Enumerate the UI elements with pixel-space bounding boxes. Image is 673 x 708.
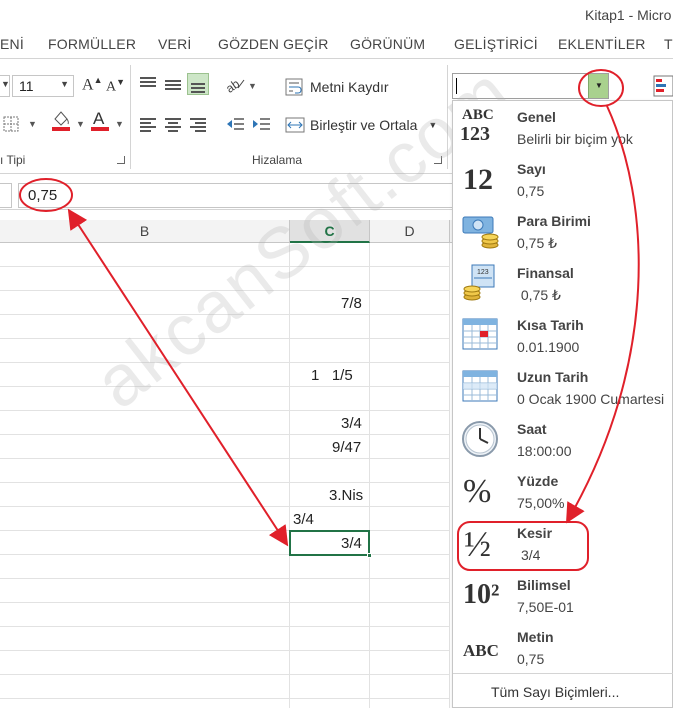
fraction-icon: ½ [464, 524, 491, 564]
number-format-menu: ABC 123 Genel Belirli bir biçim yok 12 S… [452, 100, 673, 708]
svg-text:A: A [93, 109, 105, 128]
font-size-value: 11 [19, 78, 34, 94]
group-separator [130, 65, 131, 169]
shrink-font-icon[interactable]: A▼ [106, 77, 125, 96]
menu-item-fraction[interactable]: ½ Kesir 3/4 [453, 517, 673, 569]
merge-center-icon [285, 117, 305, 133]
align-right-icon[interactable] [187, 113, 209, 135]
tab-review[interactable]: GÖZDEN GEÇİR [218, 36, 329, 52]
borders-icon[interactable] [0, 113, 22, 135]
column-header-b[interactable]: B [0, 220, 290, 243]
wrap-text-label: Metni Kaydır [310, 79, 389, 95]
cell-c-mixed-fraction[interactable]: 1 1/5 [311, 367, 353, 384]
increase-indent-icon[interactable] [250, 113, 272, 135]
wrap-text-button[interactable]: Metni Kaydır [285, 77, 389, 97]
chevron-down-icon[interactable]: ▼ [428, 120, 437, 130]
fill-handle[interactable] [367, 553, 372, 558]
window-title: Kitap1 - Micro [585, 7, 672, 23]
menu-item-long-date[interactable]: Uzun Tarih 0 Ocak 1900 Cumartesi [453, 361, 673, 413]
number-format-dropdown-button[interactable]: ▼ [588, 74, 608, 98]
cell-c-fraction-9-47[interactable]: 9/47 [332, 439, 361, 456]
text-cursor [456, 78, 457, 94]
align-bottom-icon[interactable] [187, 73, 209, 95]
chevron-down-icon[interactable]: ▼ [28, 119, 37, 129]
grow-font-icon[interactable]: A▲ [82, 75, 102, 94]
chevron-down-icon: ▼ [60, 79, 69, 89]
menu-item-text[interactable]: ABC Metin 0,75 [453, 621, 673, 673]
tab-formulas[interactable]: FORMÜLLER [48, 36, 136, 52]
orientation-icon[interactable]: ab [224, 73, 246, 95]
menu-item-currency[interactable]: Para Birimi 0,75 ₺ [453, 205, 673, 257]
column-header-c[interactable]: C [290, 220, 370, 243]
merge-center-label: Birleştir ve Ortala [310, 117, 418, 133]
alignment-group-label: Hizalama [252, 153, 303, 167]
percent-icon: % [463, 473, 492, 510]
formula-input[interactable]: 0,75 [18, 183, 488, 208]
cell-c-date[interactable]: 3.Nis [329, 487, 363, 504]
font-size-combo[interactable]: 11 ▼ [12, 75, 74, 97]
short-date-icon [460, 315, 502, 355]
svg-text:123: 123 [477, 269, 489, 276]
menu-item-general[interactable]: ABC 123 Genel Belirli bir biçim yok [453, 101, 673, 153]
dialog-launcher-icon[interactable] [117, 156, 125, 164]
cell-text-3-4[interactable]: 3/4 [293, 511, 314, 528]
menu-item-time[interactable]: Saat 18:00:00 [453, 413, 673, 465]
merge-center-button[interactable]: Birleştir ve Ortala ▼ [285, 115, 437, 135]
group-separator [447, 65, 448, 169]
selected-cell[interactable] [289, 530, 372, 558]
menu-item-percentage[interactable]: % Yüzde 75,00% [453, 465, 673, 517]
title-bar: Kitap1 - Micro [0, 0, 673, 28]
tab-data[interactable]: VERİ [158, 36, 191, 52]
number-format-combo[interactable]: ▼ [452, 73, 609, 99]
formula-value: 0,75 [28, 187, 58, 204]
menu-item-short-date[interactable]: Kısa Tarih 0.01.1900 [453, 309, 673, 361]
align-top-icon[interactable] [137, 73, 159, 95]
text-format-icon: ABC [463, 641, 499, 660]
name-box[interactable] [0, 183, 12, 208]
menu-item-scientific[interactable]: 10² Bilimsel 7,50E-01 [453, 569, 673, 621]
font-color-icon[interactable]: A [89, 109, 111, 131]
number-format-icon: 12 [463, 163, 493, 196]
align-center-icon[interactable] [162, 113, 184, 135]
decrease-indent-icon[interactable] [224, 113, 246, 135]
align-middle-icon[interactable] [162, 73, 184, 95]
scientific-icon: 10² [463, 579, 500, 610]
cell-c-fraction-3-4[interactable]: 3/4 [341, 415, 362, 432]
currency-format-icon [460, 211, 502, 251]
font-name-combo[interactable]: ▼ [0, 75, 10, 97]
ribbon-tabs: ENİ FORMÜLLER VERİ GÖZDEN GEÇİR GÖRÜNÜM … [0, 30, 673, 58]
tab-developer[interactable]: GELİŞTİRİCİ [454, 36, 538, 52]
chevron-down-icon: ▼ [595, 81, 603, 90]
clock-icon [460, 419, 502, 459]
excel-window: Kitap1 - Micro ENİ FORMÜLLER VERİ GÖZDEN… [0, 0, 673, 708]
chevron-down-icon[interactable]: ▼ [115, 119, 124, 129]
dialog-launcher-icon[interactable] [434, 156, 442, 164]
tab-insert[interactable]: ENİ [0, 36, 24, 52]
tab-view[interactable]: GÖRÜNÜM [350, 36, 425, 52]
more-number-formats[interactable]: Tüm Sayı Biçimleri... [453, 673, 673, 708]
conditional-formatting-icon[interactable] [652, 73, 673, 99]
general-format-icon: ABC 123 [460, 107, 494, 145]
tab-team[interactable]: T [664, 36, 673, 52]
menu-item-accounting[interactable]: 123 Finansal 0,75 ₺ [453, 257, 673, 309]
tab-addins[interactable]: EKLENTİLER [558, 36, 646, 52]
accounting-format-icon: 123 [460, 263, 502, 303]
long-date-icon [460, 367, 502, 407]
align-left-icon[interactable] [137, 113, 159, 135]
font-group-label: ı Tipi [0, 153, 26, 167]
chevron-down-icon: ▼ [1, 79, 10, 89]
column-header-d[interactable]: D [370, 220, 450, 243]
wrap-text-icon [285, 78, 303, 96]
chevron-down-icon[interactable]: ▼ [76, 119, 85, 129]
fill-color-icon[interactable] [50, 109, 72, 131]
cell-c-fraction-7-8[interactable]: 7/8 [341, 295, 362, 312]
menu-item-number[interactable]: 12 Sayı 0,75 [453, 153, 673, 205]
chevron-down-icon[interactable]: ▼ [248, 81, 257, 91]
